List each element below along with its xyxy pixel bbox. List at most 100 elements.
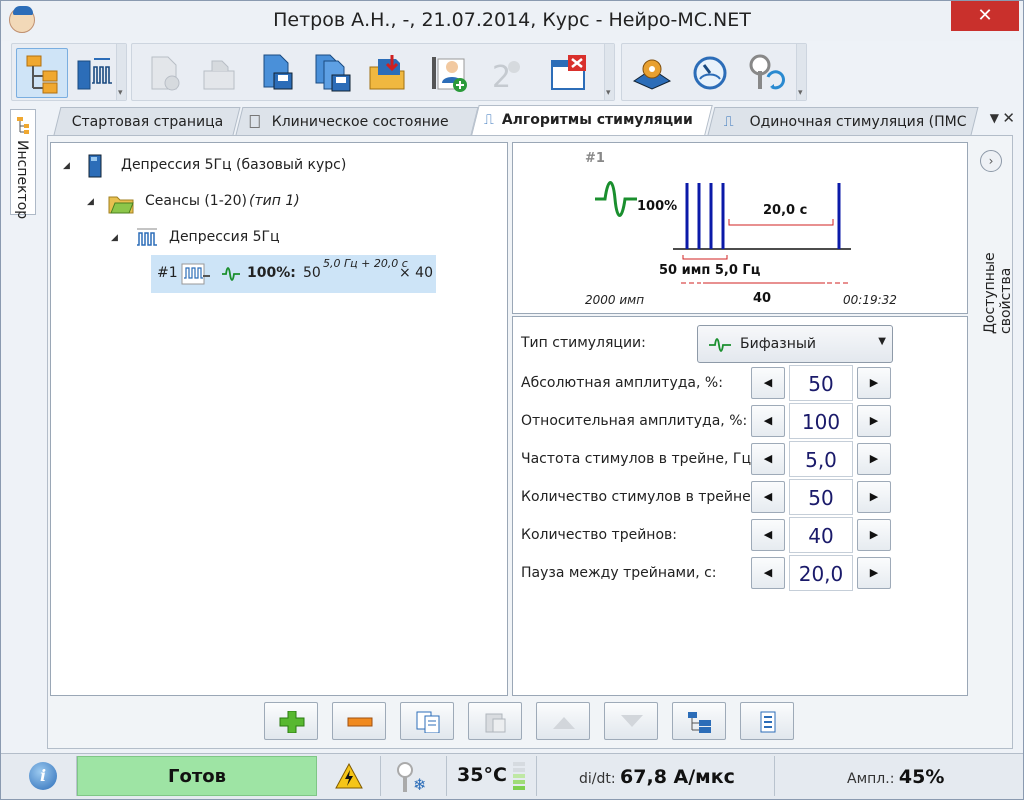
stepper-value[interactable]: 100 [789,403,853,439]
stepper-value[interactable]: 50 [789,479,853,515]
pulse-icon: ⎍ [723,114,734,130]
increment-button[interactable]: ▶ [857,405,891,437]
absolute-amplitude-stepper[interactable]: ◀ 50 ▶ [751,365,893,401]
temperature-value: 35°C [457,764,507,786]
new-document-button[interactable] [138,48,190,98]
stepper-value[interactable]: 40 [789,517,853,553]
chevron-down-icon: ▼ [878,336,886,347]
stepper-value[interactable]: 20,0 [789,555,853,591]
train-count-stepper[interactable]: ◀ 40 ▶ [751,517,893,553]
export-button[interactable] [194,48,246,98]
increment-button[interactable]: ▶ [857,367,891,399]
save-button[interactable] [250,48,302,98]
device-settings-button[interactable] [626,48,678,98]
collapse-icon[interactable]: ◢ [111,233,118,243]
copy-button[interactable] [400,702,454,740]
increment-button[interactable]: ▶ [857,557,891,589]
train-pause-stepper[interactable]: ◀ 20,0 ▶ [751,555,893,591]
coil-change-icon [749,54,785,90]
add-patient-button[interactable] [424,48,476,98]
tree-node-sessions[interactable]: ◢ Сеансы (1-20) (тип 1) [85,189,405,215]
relative-amplitude-stepper[interactable]: ◀ 100 ▶ [751,403,893,439]
decrement-button[interactable]: ◀ [751,367,785,399]
tab-list-dropdown-icon[interactable]: ▼ [990,111,999,125]
algorithm-frequency-pause: 5,0 Гц + 20,0 с [323,257,408,270]
toolbar-group-file: 2 [131,43,615,101]
tree-node-protocol[interactable]: ◢ Депрессия 5Гц [109,225,429,251]
tree-node-label: Сеансы (1-20) [145,193,248,209]
status-warning-cell [317,756,381,796]
pulses-per-train-stepper[interactable]: ◀ 50 ▶ [751,479,893,515]
coil-change-button[interactable] [740,48,792,98]
decrement-button[interactable]: ◀ [751,557,785,589]
tab-stimulation-algorithms[interactable]: ⎍ Алгоритмы стимуляции [471,105,713,135]
close-document-button[interactable] [544,48,596,98]
move-down-button[interactable] [604,702,658,740]
paste-button[interactable] [468,702,522,740]
add-button[interactable] [264,702,318,740]
didt-readout: di/dt: 67,8 А/мкс [579,766,735,788]
high-voltage-icon[interactable] [335,762,363,790]
decrement-button[interactable]: ◀ [751,519,785,551]
tab-label: Стартовая страница [71,114,224,130]
biphasic-wave-icon [222,267,240,281]
tab-clinical-state[interactable]: Клиническое состояние [235,107,479,135]
tab-single-stimulation[interactable]: ⎍ Одиночная стимуляция (ПМС [707,107,979,135]
collapse-icon[interactable]: ◢ [63,161,70,171]
tab-start-page[interactable]: Стартовая страница [53,107,241,135]
collapse-tree-icon [760,711,776,733]
prop-label: Пауза между трейнами, с: [521,565,717,581]
decrement-button[interactable]: ◀ [751,405,785,437]
toolbar-grip[interactable] [796,44,806,100]
available-properties-panel[interactable]: › Доступные свойства [972,142,1014,696]
algorithm-pulse-count: 50 [303,265,321,281]
prop-row-relative-amplitude: Относительная амплитуда, %: ◀ 100 ▶ [513,403,969,441]
tree-view-button[interactable] [16,48,68,98]
algorithm-icon [181,263,210,285]
increment-button[interactable]: ▶ [857,519,891,551]
toolbar-grip[interactable] [116,44,126,100]
stimulation-icon [77,58,112,90]
prop-label: Относительная амплитуда, %: [521,413,748,429]
collapse-icon[interactable]: ◢ [87,197,94,207]
move-up-button[interactable] [536,702,590,740]
session-stimulation-button[interactable] [70,48,122,98]
save-all-button[interactable] [306,48,358,98]
collapse-all-button[interactable] [740,702,794,740]
increment-button[interactable]: ▶ [857,443,891,475]
expand-all-button[interactable] [672,702,726,740]
remove-button[interactable] [332,702,386,740]
stepper-value[interactable]: 50 [789,365,853,401]
preview-duration: 00:19:32 [843,293,897,307]
coil-calibration-button[interactable] [684,48,736,98]
title-bar: Петров А.Н., -, 21.07.2014, Курс - Нейро… [1,1,1023,41]
inspector-side-tab[interactable]: Инспектор [10,109,36,219]
prop-label: Количество трейнов: [521,527,677,543]
add-duplicate-button[interactable]: 2 [480,48,532,98]
save-all-icon [315,54,351,92]
toolbar-grip[interactable] [604,44,614,100]
algorithm-properties: Тип стимуляции: Бифазный ▼ Абсолютная ам… [512,316,968,696]
amplitude-readout: Ампл.: 45% [847,766,945,788]
prop-row-type: Тип стимуляции: Бифазный ▼ [513,325,969,363]
available-properties-label: Доступные свойства [982,252,1014,334]
tab-label: Клиническое состояние [271,114,449,130]
close-window-button[interactable]: ✕ [951,1,1019,31]
stimulation-type-select[interactable]: Бифазный ▼ [697,325,893,363]
expand-panel-icon[interactable]: › [980,150,1002,172]
train-diagram [673,183,851,260]
status-ready-label: Готов [167,766,227,787]
frequency-stepper[interactable]: ◀ 5,0 ▶ [751,441,893,477]
save-to-folder-button[interactable] [362,48,414,98]
decrement-button[interactable]: ◀ [751,443,785,475]
tree-node-algorithm[interactable]: #1 100%: 50 5,0 Гц + 20,0 с × 40 [151,255,436,293]
stepper-value[interactable]: 5,0 [789,441,853,477]
decrement-button[interactable]: ◀ [751,481,785,513]
status-temperature-cell: 35°C [447,756,537,796]
status-bar: i Готов ❄ 35°C di/dt: 67,8 А/мкс Ампл.: … [1,753,1023,799]
increment-button[interactable]: ▶ [857,481,891,513]
close-tab-icon[interactable]: ✕ [1002,109,1015,127]
tree-node-course[interactable]: ◢ Депрессия 5Гц (базовый курс) [61,153,381,179]
tree-node-label: Депрессия 5Гц [169,229,280,245]
info-icon[interactable]: i [29,762,57,790]
